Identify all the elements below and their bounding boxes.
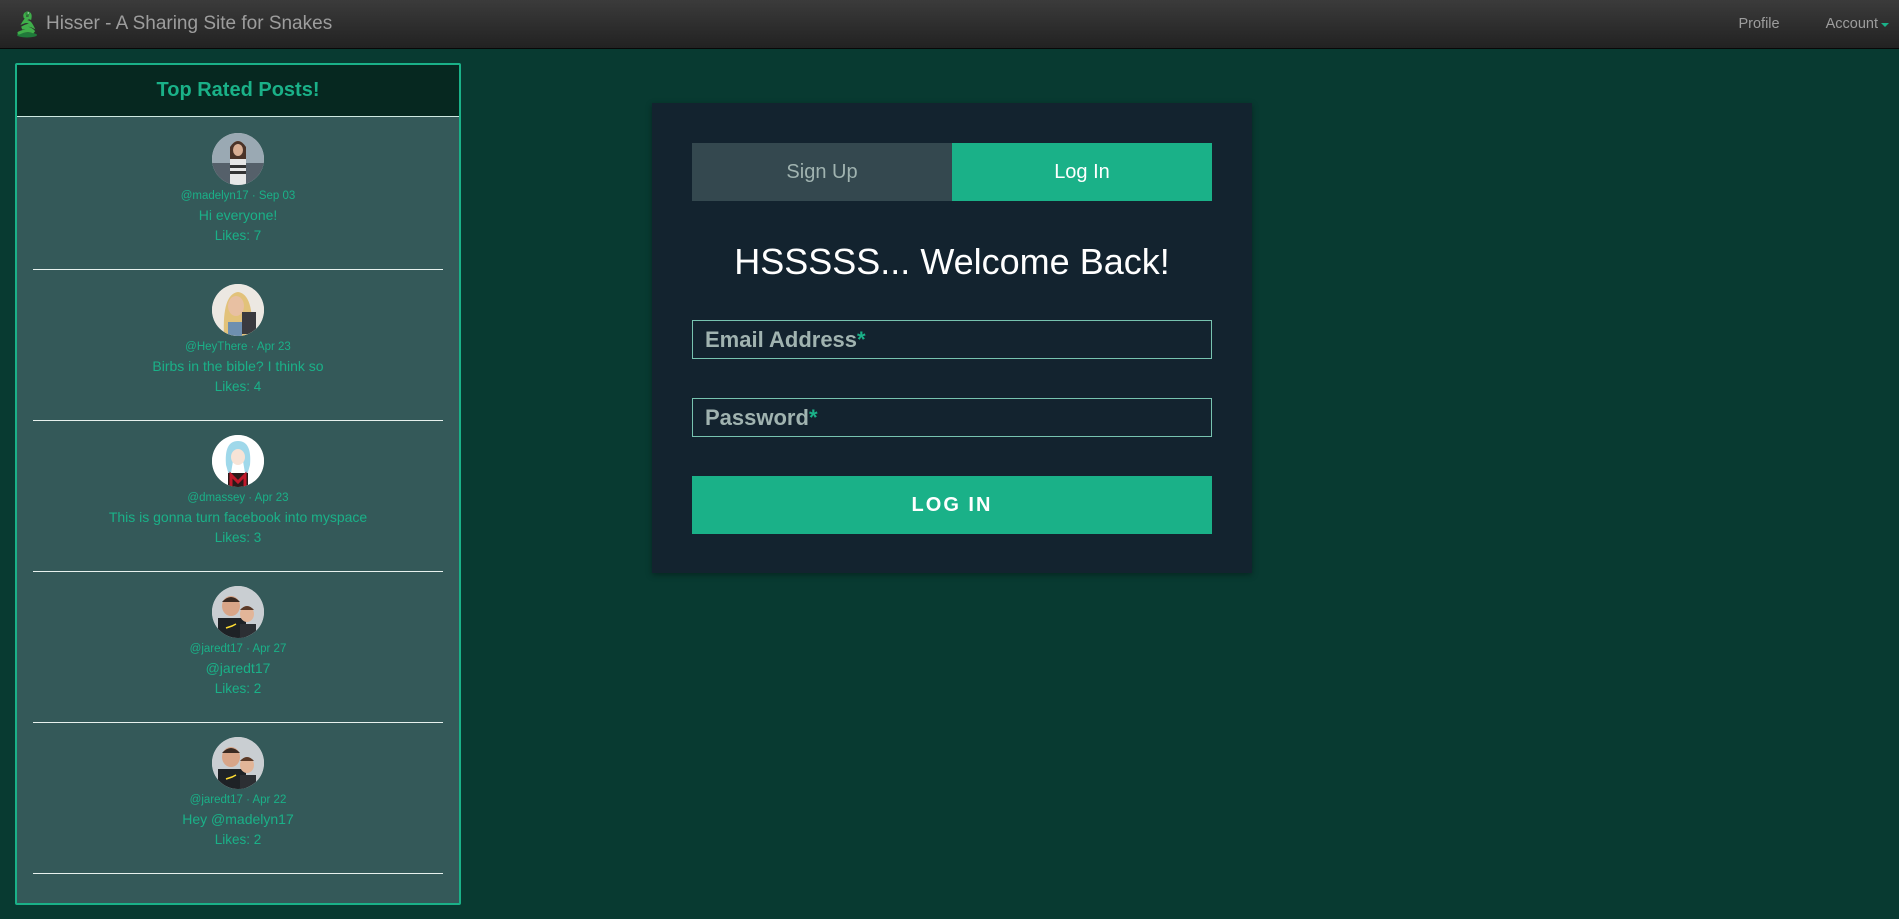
required-mark: * <box>808 404 818 430</box>
nav-profile[interactable]: Profile <box>1738 16 1779 32</box>
top-rated-sidebar: Top Rated Posts! @madelyn17 · Sep 03 Hi … <box>15 63 461 905</box>
post-text: Birbs in the bible? I think so <box>152 358 324 374</box>
email-label: Email Address <box>705 326 858 352</box>
avatar[interactable] <box>212 284 264 336</box>
welcome-heading: HSSSSS... Welcome Back! <box>734 241 1170 282</box>
post-meta: @dmassey · Apr 23 <box>187 492 289 504</box>
nav-account-label: Account <box>1825 16 1878 32</box>
brand-title: Hisser - A Sharing Site for Snakes <box>46 13 333 34</box>
login-card: Sign Up Log In HSSSSS... Welcome Back! E… <box>652 103 1252 573</box>
password-field[interactable]: Password * <box>692 398 1212 437</box>
snake-logo-icon <box>17 11 37 38</box>
avatar[interactable] <box>212 586 264 638</box>
post-likes: Likes: 2 <box>214 832 262 847</box>
caret-down-icon <box>1881 23 1889 27</box>
brand-link[interactable]: Hisser - A Sharing Site for Snakes <box>14 0 332 48</box>
post-likes: Likes: 7 <box>214 228 262 243</box>
post-text: This is gonna turn facebook into myspace <box>108 509 368 525</box>
post-item[interactable]: @madelyn17 · Sep 03 Hi everyone! Likes: … <box>33 119 443 270</box>
avatar[interactable] <box>212 737 264 789</box>
post-meta: @madelyn17 · Sep 03 <box>180 190 296 202</box>
password-label: Password <box>705 404 809 430</box>
post-meta: @jaredt17 · Apr 27 <box>189 643 287 655</box>
post-likes: Likes: 3 <box>214 530 262 545</box>
post-item[interactable]: @jaredt17 · Apr 27 @jaredt17 Likes: 2 <box>33 572 443 723</box>
post-likes: Likes: 2 <box>214 681 262 696</box>
post-item[interactable]: @dmassey · Apr 23 This is gonna turn fac… <box>33 421 443 572</box>
email-field[interactable]: Email Address * <box>692 320 1212 359</box>
avatar[interactable] <box>212 435 264 487</box>
nav-account-dropdown[interactable]: Account <box>1826 16 1889 32</box>
post-likes: Likes: 4 <box>214 379 262 394</box>
auth-tabs: Sign Up Log In <box>692 143 1212 201</box>
navbar: Hisser - A Sharing Site for Snakes Profi… <box>0 0 1899 49</box>
tab-signup[interactable]: Sign Up <box>692 143 952 201</box>
login-button[interactable]: LOG IN <box>692 476 1212 534</box>
post-meta: @jaredt17 · Apr 22 <box>189 794 287 806</box>
post-item[interactable]: @jaredt17 · Apr 22 Hey @madelyn17 Likes:… <box>33 723 443 874</box>
avatar[interactable] <box>212 133 264 185</box>
sidebar-title: Top Rated Posts! <box>17 65 459 117</box>
post-item[interactable]: @HeyThere · Apr 23 Birbs in the bible? I… <box>33 270 443 421</box>
post-meta: @HeyThere · Apr 23 <box>185 341 291 353</box>
post-text: @jaredt17 <box>205 660 271 676</box>
tab-login[interactable]: Log In <box>952 143 1212 201</box>
required-mark: * <box>857 326 866 352</box>
post-text: Hi everyone! <box>198 207 278 223</box>
post-text: Hey @madelyn17 <box>182 811 294 827</box>
